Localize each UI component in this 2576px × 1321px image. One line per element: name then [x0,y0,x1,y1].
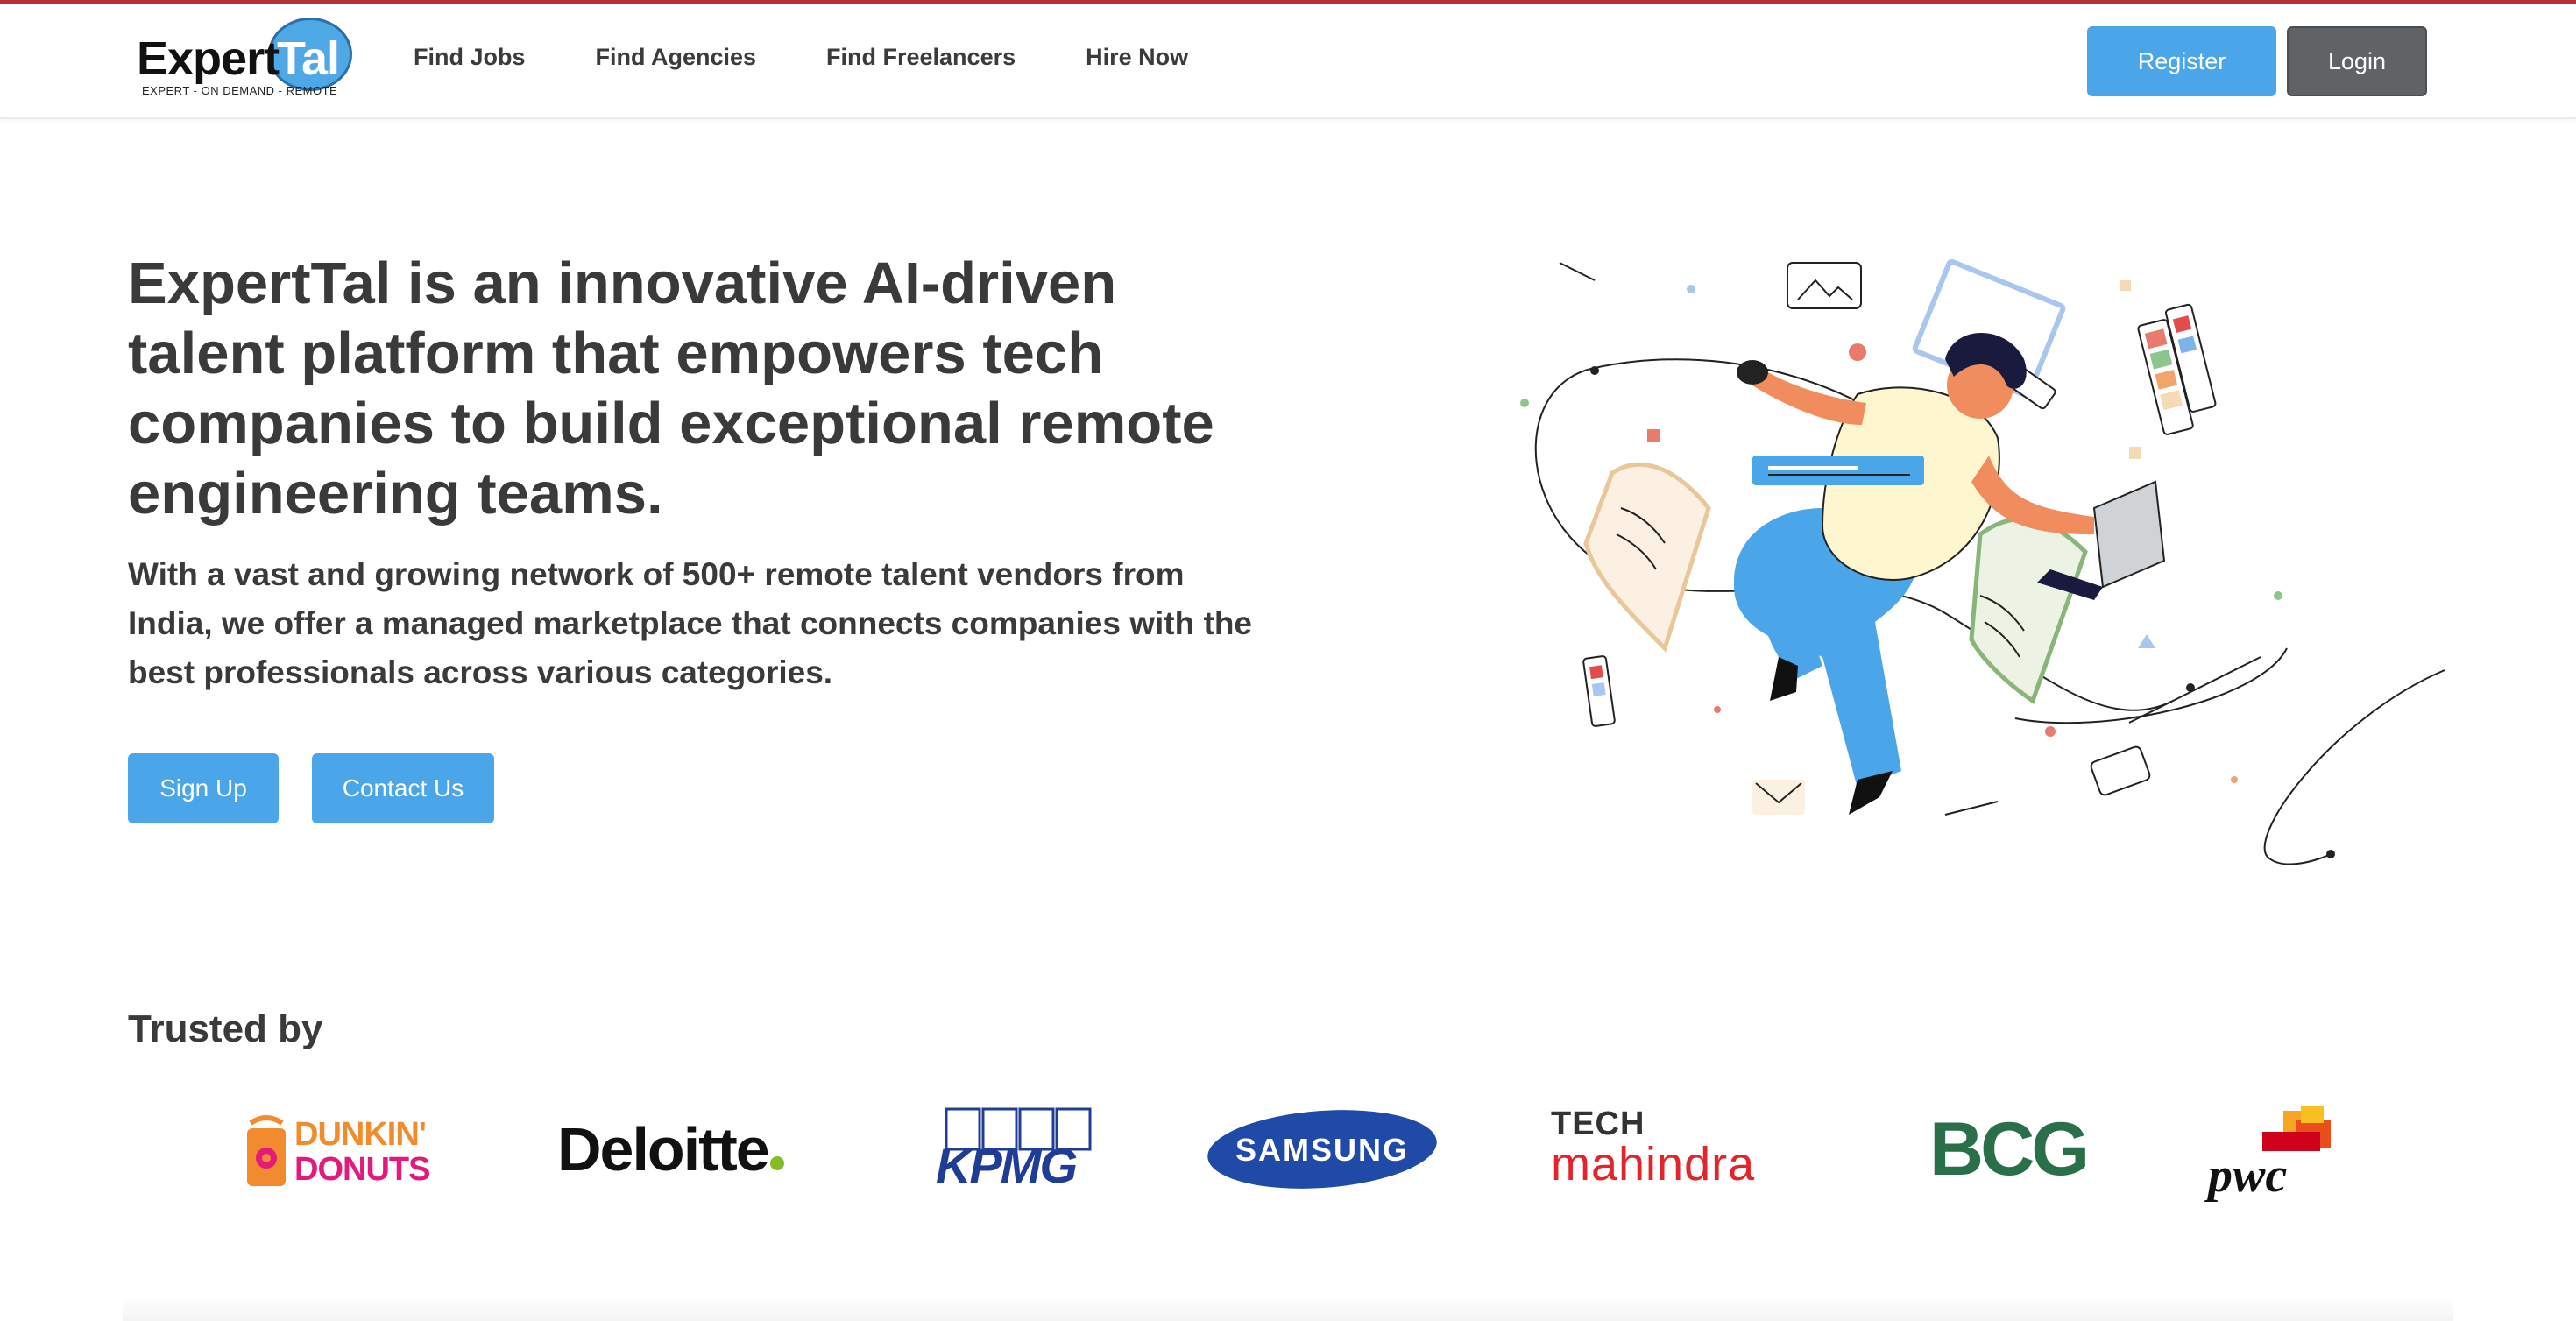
nav-find-agencies[interactable]: Find Agencies [596,44,757,71]
hero-title: ExpertTal is an innovative AI-driven tal… [128,251,1214,526]
bcg-wordmark: BCG [1929,1107,2090,1191]
pwc-wordmark: pwc [2208,1148,2288,1203]
hero-illustration [1520,258,2445,865]
dunkin-line2: DONUTS [294,1151,430,1188]
hero-subtitle: With a vast and growing network of 500+ … [128,556,1253,690]
samsung-wordmark: SAMSUNG [1235,1132,1409,1168]
logo-word: Expert [137,32,280,85]
trusted-logos-row: DUNKIN' DONUTS Deloitte KPMG SAMSUNG TEC… [228,1102,2348,1219]
navbar: Expert Tal EXPERT - ON DEMAND - REMOTE F… [0,4,2576,119]
logo-accent: Tal [277,32,340,85]
contact-us-button[interactable]: Contact Us [312,753,494,823]
trusted-by-heading: Trusted by [128,1007,323,1050]
samsung-logo: SAMSUNG [1205,1102,1440,1197]
tech-mahindra-logo: TECH mahindra [1551,1106,1822,1202]
deloitte-logo: Deloitte [557,1114,838,1193]
experttal-logo[interactable]: Expert Tal EXPERT - ON DEMAND - REMOTE [137,18,356,102]
nav-hire-now[interactable]: Hire Now [1086,44,1188,71]
logo-tagline: EXPERT - ON DEMAND - REMOTE [142,84,338,97]
sign-up-button[interactable]: Sign Up [128,753,279,823]
nav-find-freelancers[interactable]: Find Freelancers [826,44,1016,71]
dunkin-line1: DUNKIN' [294,1116,427,1153]
dunkin-donuts-logo: DUNKIN' DONUTS [244,1113,445,1193]
nav-find-jobs[interactable]: Find Jobs [414,44,526,71]
tech-mahindra-line2: mahindra [1551,1138,1756,1190]
deloitte-wordmark: Deloitte [557,1115,770,1183]
register-button[interactable]: Register [2087,26,2276,96]
main-nav: Find Jobs Find Agencies Find Freelancers… [414,44,1188,71]
kpmg-wordmark: KPMG [936,1138,1078,1193]
kpmg-logo: KPMG [936,1106,1102,1202]
login-button[interactable]: Login [2287,26,2427,96]
deloitte-dot [769,1156,784,1170]
section-divider [123,1296,2453,1321]
bcg-logo: BCG [1929,1106,2105,1193]
pwc-logo: pwc [2204,1106,2348,1204]
